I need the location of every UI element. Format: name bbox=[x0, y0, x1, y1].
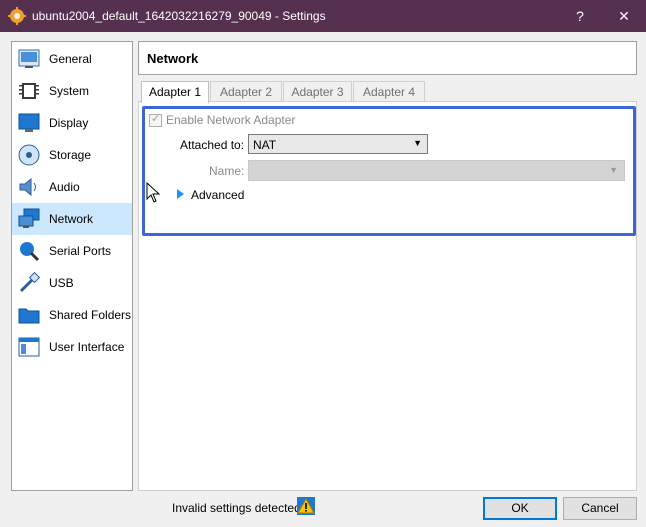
warning-icon[interactable] bbox=[297, 497, 315, 515]
display-monitor-icon bbox=[18, 113, 40, 132]
general-icon bbox=[18, 49, 40, 68]
usb-icon bbox=[19, 271, 41, 293]
attached-to-value: NAT bbox=[253, 138, 277, 152]
chevron-down-icon: ▼ bbox=[413, 138, 422, 148]
sidebar-item-user-interface[interactable]: User Interface bbox=[12, 331, 132, 363]
window-title: ubuntu2004_default_1642032216279_90049 -… bbox=[32, 9, 326, 23]
sidebar-item-label: Storage bbox=[49, 148, 92, 162]
sidebar-item-serial-ports[interactable]: Serial Ports bbox=[12, 235, 132, 267]
sidebar-item-label: Network bbox=[49, 212, 94, 226]
sidebar-item-label: System bbox=[49, 84, 90, 98]
expand-arrow-icon[interactable] bbox=[177, 189, 184, 199]
user-interface-icon bbox=[18, 337, 40, 357]
sidebar-item-storage[interactable]: Storage bbox=[12, 139, 132, 171]
network-icon bbox=[18, 208, 40, 228]
serial-port-icon bbox=[20, 242, 40, 262]
sidebar-item-label: Shared Folders bbox=[49, 308, 132, 322]
sidebar-item-label: User Interface bbox=[49, 340, 125, 354]
folder-icon bbox=[18, 308, 40, 324]
attached-to-label: Attached to: bbox=[180, 138, 245, 152]
sidebar-item-label: Audio bbox=[49, 180, 80, 194]
sidebar-item-usb[interactable]: USB bbox=[12, 267, 132, 299]
chevron-down-icon: ▼ bbox=[609, 165, 618, 175]
name-label: Name: bbox=[209, 164, 245, 178]
ok-button[interactable]: OK bbox=[483, 497, 557, 520]
sidebar-item-system[interactable]: System bbox=[12, 75, 132, 107]
sidebar-item-label: General bbox=[49, 52, 92, 66]
advanced-toggle[interactable]: Advanced bbox=[191, 188, 244, 202]
check-mark-icon: ✓ bbox=[151, 113, 161, 125]
close-button[interactable]: ✕ bbox=[604, 0, 644, 32]
enable-adapter-checkbox[interactable]: ✓ bbox=[149, 113, 162, 127]
name-select[interactable]: ▼ bbox=[248, 160, 625, 181]
virtualbox-gear-icon bbox=[8, 7, 26, 25]
system-chip-icon bbox=[19, 83, 39, 99]
sidebar-item-network[interactable]: Network bbox=[12, 203, 132, 235]
sidebar-item-label: USB bbox=[49, 276, 74, 290]
sidebar-item-label: Display bbox=[49, 116, 89, 130]
sidebar-item-audio[interactable]: Audio bbox=[12, 171, 132, 203]
tab-adapter-4[interactable]: Adapter 4 bbox=[353, 81, 425, 102]
tab-adapter-1[interactable]: Adapter 1 bbox=[141, 81, 209, 103]
storage-disk-icon bbox=[18, 144, 40, 166]
sidebar-item-display[interactable]: Display bbox=[12, 107, 132, 139]
title-bar: ubuntu2004_default_1642032216279_90049 -… bbox=[0, 0, 646, 32]
page-header: Network bbox=[138, 41, 637, 75]
speaker-icon bbox=[19, 177, 36, 197]
sidebar-item-shared-folders[interactable]: Shared Folders bbox=[12, 299, 132, 331]
tab-adapter-2[interactable]: Adapter 2 bbox=[210, 81, 282, 102]
attached-to-select[interactable]: NAT ▼ bbox=[248, 134, 428, 154]
tab-adapter-3[interactable]: Adapter 3 bbox=[283, 81, 352, 102]
sidebar-item-label: Serial Ports bbox=[49, 244, 112, 258]
cancel-button[interactable]: Cancel bbox=[563, 497, 637, 520]
sidebar-item-general[interactable]: General bbox=[12, 43, 132, 75]
help-button[interactable]: ? bbox=[560, 0, 600, 32]
page-title: Network bbox=[147, 51, 199, 66]
enable-adapter-label: Enable Network Adapter bbox=[166, 113, 296, 127]
invalid-settings-text: Invalid settings detected bbox=[172, 501, 301, 515]
mouse-cursor-icon bbox=[146, 182, 161, 203]
settings-sidebar: General System Display Storage Audio Net… bbox=[11, 41, 133, 491]
